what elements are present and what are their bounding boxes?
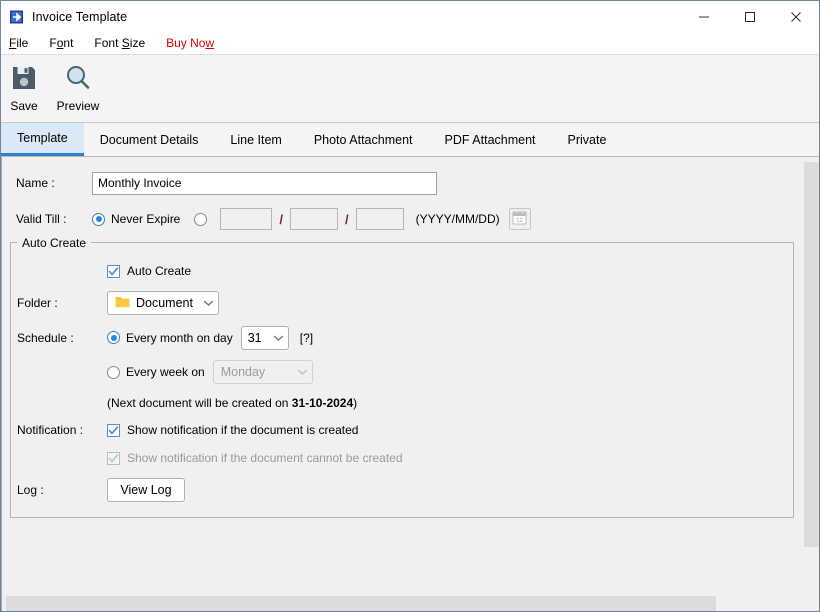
calendar-picker-button[interactable]: 12 — [508, 208, 531, 230]
valid-till-day-input[interactable] — [355, 208, 404, 230]
magnifier-icon — [64, 63, 92, 93]
never-expire-label: Never Expire — [111, 212, 181, 226]
folder-row: Folder : Document — [11, 286, 793, 320]
schedule-day-dropdown[interactable]: 31 — [240, 325, 289, 350]
valid-till-year-input[interactable] — [220, 208, 273, 230]
notification-failed-row: Show notification if the document cannot… — [11, 443, 793, 473]
tab-private-label: Private — [567, 132, 607, 147]
tab-strip: Template Document Details Line Item Phot… — [1, 123, 819, 157]
tab-photo-attachment[interactable]: Photo Attachment — [298, 123, 429, 156]
menu-file[interactable]: File — [9, 36, 37, 50]
notification-created-label: Show notification if the document is cre… — [127, 423, 359, 437]
schedule-weekly-radio[interactable] — [107, 365, 120, 379]
log-label: Log : — [17, 483, 44, 497]
chevron-down-icon — [273, 331, 284, 345]
tab-photo-attachment-label: Photo Attachment — [313, 132, 413, 147]
save-button[interactable]: Save — [1, 60, 47, 113]
name-label: Name : — [16, 176, 55, 190]
schedule-weekly-row: Every week on Monday — [11, 355, 793, 389]
save-button-label: Save — [10, 99, 38, 113]
maximize-button[interactable] — [727, 1, 773, 32]
tab-template-label: Template — [17, 131, 68, 145]
menu-buy-now[interactable]: Buy Now — [166, 36, 223, 50]
schedule-monthly-label: Every month on day — [126, 330, 233, 345]
date-format-hint: (YYYY/MM/DD) — [415, 212, 500, 226]
notification-failed-label: Show notification if the document cannot… — [127, 451, 403, 465]
valid-till-row: Valid Till : Never Expire / / (YYYY/MM/D… — [2, 201, 804, 237]
group-top-border: Auto Create — [11, 235, 793, 250]
folder-dropdown[interactable]: Document — [107, 291, 219, 315]
toolbar: Save Preview — [1, 54, 819, 123]
schedule-weekly-label: Every week on — [126, 365, 205, 379]
view-log-button[interactable]: View Log — [107, 478, 185, 502]
menu-font[interactable]: Font — [49, 36, 82, 50]
preview-button[interactable]: Preview — [47, 60, 109, 113]
auto-create-group: Auto Create Auto Create Folder : Documen… — [10, 235, 794, 518]
svg-text:12: 12 — [516, 218, 523, 224]
auto-create-checkbox-label: Auto Create — [127, 264, 192, 278]
schedule-help-link[interactable]: [?] — [300, 331, 313, 345]
chevron-down-icon — [297, 365, 308, 379]
horizontal-scrollbar[interactable] — [2, 596, 804, 611]
auto-create-checkbox-row: Auto Create — [11, 256, 793, 286]
next-document-suffix: ) — [353, 396, 358, 410]
notification-label: Notification : — [17, 423, 84, 437]
auto-create-group-title: Auto Create — [17, 235, 92, 250]
minimize-button[interactable] — [681, 1, 727, 32]
tab-template[interactable]: Template — [1, 123, 84, 156]
schedule-monthly-radio[interactable] — [107, 331, 120, 344]
auto-create-checkbox[interactable] — [107, 264, 120, 278]
tab-document-details[interactable]: Document Details — [84, 123, 215, 156]
tab-strip-filler — [622, 123, 819, 156]
date-separator-2: / — [344, 211, 349, 227]
notification-created-row: Notification : Show notification if the … — [11, 417, 793, 443]
valid-till-month-input[interactable] — [289, 208, 338, 230]
app-window: Invoice Template File Font Font Size Buy… — [0, 0, 820, 612]
export-arrow-icon — [9, 9, 25, 25]
schedule-weekday-value: Monday — [220, 365, 266, 379]
window-title: Invoice Template — [32, 9, 128, 24]
window-controls — [681, 1, 819, 32]
notification-created-checkbox[interactable] — [107, 423, 120, 437]
floppy-disk-icon — [10, 63, 38, 93]
folder-label: Folder : — [17, 296, 58, 310]
calendar-icon: 12 — [512, 210, 527, 228]
valid-till-label: Valid Till : — [16, 212, 67, 226]
tab-line-item-label: Line Item — [230, 132, 282, 147]
tab-pdf-attachment[interactable]: PDF Attachment — [429, 123, 552, 156]
tab-document-details-label: Document Details — [99, 132, 199, 147]
template-form-panel: Name : Valid Till : Never Expire / / (YY… — [1, 157, 805, 611]
tab-pdf-attachment-label: PDF Attachment — [444, 132, 536, 147]
log-row: Log : View Log — [11, 473, 793, 507]
folder-icon — [115, 295, 130, 311]
content-area: Name : Valid Till : Never Expire / / (YY… — [1, 157, 819, 611]
folder-dropdown-value: Document — [136, 296, 193, 310]
name-input[interactable] — [92, 171, 437, 195]
notification-failed-checkbox — [107, 451, 120, 465]
schedule-day-value: 31 — [247, 330, 262, 345]
schedule-weekday-dropdown[interactable]: Monday — [212, 360, 313, 384]
tab-private[interactable]: Private — [552, 123, 623, 156]
schedule-monthly-row: Schedule : Every month on day 31 [?] — [11, 320, 793, 355]
next-document-note: (Next document will be created on 31-10-… — [11, 389, 793, 417]
horizontal-scrollbar-track[interactable] — [6, 596, 716, 611]
vertical-scrollbar-track[interactable] — [804, 162, 819, 547]
vertical-scrollbar[interactable] — [804, 157, 819, 611]
title-bar: Invoice Template — [1, 1, 819, 32]
preview-button-label: Preview — [56, 99, 100, 113]
date-separator-1: / — [279, 211, 283, 227]
scrollbar-corner — [804, 596, 819, 611]
expire-date-radio[interactable] — [194, 212, 208, 226]
never-expire-radio[interactable] — [92, 212, 105, 226]
next-document-prefix: (Next document will be created on — [107, 396, 292, 410]
menu-font-size[interactable]: Font Size — [94, 36, 154, 50]
auto-create-group-body: Auto Create Folder : Document Schedule:… — [11, 242, 793, 507]
name-row: Name : — [2, 157, 804, 201]
close-button[interactable] — [773, 1, 819, 32]
tab-line-item[interactable]: Line Item — [214, 123, 297, 156]
schedule-label: Schedule : — [17, 330, 74, 345]
menu-bar: File Font Font Size Buy Now — [1, 32, 819, 54]
chevron-down-icon — [203, 296, 214, 310]
next-document-date: 31-10-2024 — [291, 396, 354, 410]
